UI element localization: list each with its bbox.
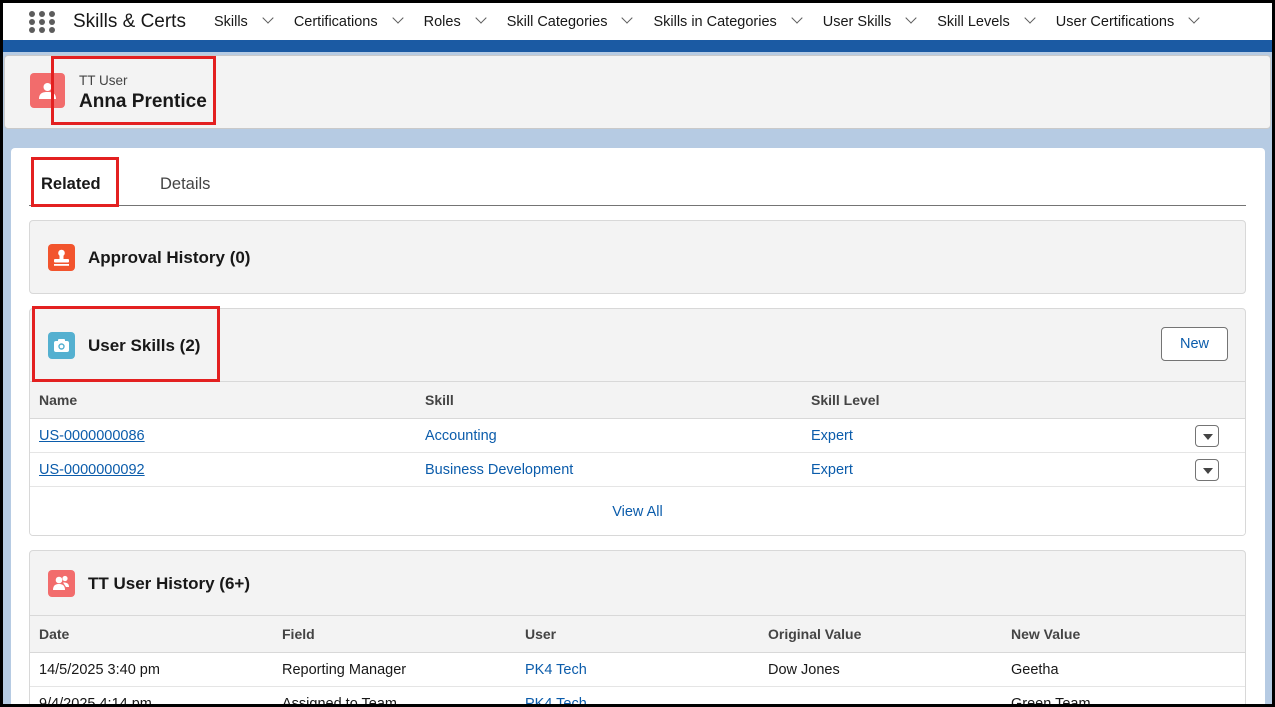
tab-bar: Related Details <box>29 148 1246 207</box>
stamp-icon <box>48 244 75 271</box>
table-row: US-0000000086 Accounting Expert <box>30 419 1245 453</box>
table-row: 14/5/2025 3:40 pm Reporting Manager PK4 … <box>30 653 1245 687</box>
new-user-skill-button[interactable]: New <box>1161 327 1228 361</box>
tab-related[interactable]: Related <box>41 175 101 194</box>
chevron-down-icon[interactable] <box>262 13 274 25</box>
chevron-down-icon[interactable] <box>392 13 404 25</box>
nav-item-skills-in-categories[interactable]: Skills in Categories <box>653 14 802 30</box>
table-header: Date Field User Original Value New Value <box>30 615 1245 653</box>
column-skill-level[interactable]: Skill Level <box>802 392 1188 408</box>
history-title[interactable]: TT User History (6+) <box>88 574 250 594</box>
skill-level-link[interactable]: Expert <box>802 428 1188 444</box>
column-skill[interactable]: Skill <box>416 392 802 408</box>
chevron-down-icon[interactable] <box>621 13 633 25</box>
skill-link[interactable]: Business Development <box>416 462 802 478</box>
skill-level-link[interactable]: Expert <box>802 462 1188 478</box>
chevron-down-icon[interactable] <box>1024 13 1036 25</box>
history-original-value: Dow Jones <box>768 661 840 678</box>
user-skills-table: Name Skill Skill Level US-0000000086 Acc… <box>30 381 1245 535</box>
chevron-down-icon[interactable] <box>791 13 803 25</box>
history-field: Reporting Manager <box>282 661 407 678</box>
view-all-link[interactable]: View All <box>30 487 1245 535</box>
column-new-value[interactable]: New Value <box>1002 626 1245 642</box>
column-user[interactable]: User <box>516 626 759 642</box>
column-field[interactable]: Field <box>273 626 516 642</box>
tab-details[interactable]: Details <box>160 175 210 194</box>
nav-item-certifications[interactable]: Certifications <box>294 14 404 30</box>
record-name: Anna Prentice <box>79 91 207 112</box>
column-name[interactable]: Name <box>30 392 416 408</box>
history-table: Date Field User Original Value New Value… <box>30 615 1245 707</box>
column-original-value[interactable]: Original Value <box>759 626 1002 642</box>
active-tab-indicator <box>31 204 117 207</box>
app-name: Skills & Certs <box>73 10 186 32</box>
user-skill-name-link[interactable]: US-0000000086 <box>30 428 416 444</box>
users-icon <box>48 570 75 597</box>
nav-item-skills[interactable]: Skills <box>214 14 274 30</box>
record-type: TT User <box>79 73 128 88</box>
history-date: 14/5/2025 3:40 pm <box>39 661 160 678</box>
column-date[interactable]: Date <box>30 626 273 642</box>
chevron-down-icon[interactable] <box>1188 13 1200 25</box>
nav-item-user-skills[interactable]: User Skills <box>823 14 917 30</box>
row-actions-dropdown-icon[interactable] <box>1195 425 1219 447</box>
chevron-down-icon[interactable] <box>475 13 487 25</box>
nav-item-skill-levels[interactable]: Skill Levels <box>937 14 1036 30</box>
table-header: Name Skill Skill Level <box>30 381 1245 419</box>
table-row: US-0000000092 Business Development Exper… <box>30 453 1245 487</box>
waffle-icon[interactable] <box>29 10 55 33</box>
approval-history-title[interactable]: Approval History (0) <box>88 248 250 268</box>
nav-accent-bar <box>3 40 1272 52</box>
camera-icon <box>48 332 75 359</box>
tt-user-history-card: TT User History (6+) Date Field User Ori… <box>29 550 1246 707</box>
global-nav: Skills & Certs Skills Certifications Rol… <box>0 0 1275 40</box>
row-actions-dropdown-icon[interactable] <box>1195 459 1219 481</box>
history-new-value: Geetha <box>1011 661 1059 678</box>
related-panel: Related Details Approval History (0) Use… <box>11 148 1265 707</box>
nav-item-skill-categories[interactable]: Skill Categories <box>507 14 634 30</box>
chevron-down-icon[interactable] <box>905 13 917 25</box>
approval-history-card: Approval History (0) <box>29 220 1246 294</box>
record-header: TT User Anna Prentice <box>4 55 1271 129</box>
nav-item-roles[interactable]: Roles <box>424 14 487 30</box>
nav-item-user-certifications[interactable]: User Certifications <box>1056 14 1200 30</box>
skill-link[interactable]: Accounting <box>416 428 802 444</box>
user-skills-card: User Skills (2) New Name Skill Skill Lev… <box>29 308 1246 536</box>
history-user-link[interactable]: PK4 Tech <box>516 662 759 678</box>
user-skills-title[interactable]: User Skills (2) <box>88 336 200 356</box>
user-skill-name-link[interactable]: US-0000000092 <box>30 462 416 478</box>
user-icon <box>30 73 65 108</box>
